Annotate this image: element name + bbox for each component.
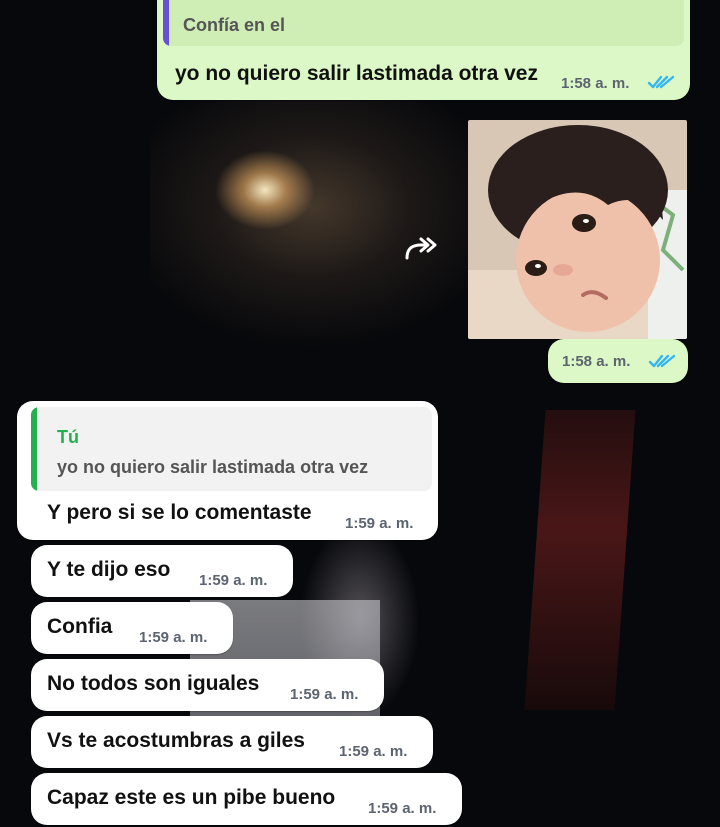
message-time: 1:58 a. m. bbox=[562, 353, 631, 370]
message-time: 1:59 a. m. bbox=[339, 743, 408, 760]
incoming-message[interactable]: Tú yo no quiero salir lastimada otra vez… bbox=[17, 401, 438, 540]
message-time: 1:59 a. m. bbox=[290, 686, 359, 703]
message-text: No todos son iguales bbox=[47, 672, 260, 695]
quote-author: Tú bbox=[57, 427, 79, 447]
quote-bar bbox=[31, 407, 37, 491]
photo-timestamp-bubble: 1:58 a. m. bbox=[548, 339, 688, 383]
quote-bar bbox=[163, 0, 169, 46]
forward-icon[interactable] bbox=[403, 236, 439, 262]
incoming-message[interactable]: Capaz este es un pibe bueno 1:59 a. m. bbox=[31, 773, 462, 825]
read-ticks-icon bbox=[648, 354, 676, 368]
read-ticks-icon bbox=[647, 75, 675, 89]
quote-text: Confía en el bbox=[183, 15, 286, 35]
incoming-message[interactable]: Confia 1:59 a. m. bbox=[31, 602, 233, 654]
photo-child-face bbox=[468, 120, 687, 339]
wallpaper-flag bbox=[524, 410, 636, 710]
quote-text: yo no quiero salir lastimada otra vez bbox=[57, 457, 369, 477]
incoming-message[interactable]: Vs te acostumbras a giles 1:59 a. m. bbox=[31, 716, 433, 768]
quoted-message[interactable]: Tú yo no quiero salir lastimada otra vez bbox=[31, 407, 432, 491]
message-time: 1:58 a. m. bbox=[561, 75, 630, 92]
message-text: Vs te acostumbras a giles bbox=[47, 729, 305, 752]
quoted-message[interactable]: Confía en el bbox=[163, 0, 684, 46]
message-time: 1:59 a. m. bbox=[368, 800, 437, 817]
message-time: 1:59 a. m. bbox=[199, 572, 268, 589]
wallpaper-smoke bbox=[150, 90, 510, 350]
message-time: 1:59 a. m. bbox=[139, 629, 208, 646]
outgoing-message[interactable]: Confía en el yo no quiero salir lastimad… bbox=[157, 0, 690, 100]
wallpaper-firework-glow bbox=[215, 150, 315, 230]
incoming-message[interactable]: Y te dijo eso 1:59 a. m. bbox=[31, 545, 293, 597]
message-text: yo no quiero salir lastimada otra vez bbox=[175, 62, 538, 85]
message-text: Y pero si se lo comentaste bbox=[47, 501, 312, 524]
message-text: Y te dijo eso bbox=[47, 558, 171, 581]
message-text: Confia bbox=[47, 615, 113, 638]
incoming-message[interactable]: No todos son iguales 1:59 a. m. bbox=[31, 659, 384, 711]
message-time: 1:59 a. m. bbox=[345, 515, 414, 532]
message-text: Capaz este es un pibe bueno bbox=[47, 786, 336, 809]
sent-photo[interactable] bbox=[468, 120, 687, 339]
